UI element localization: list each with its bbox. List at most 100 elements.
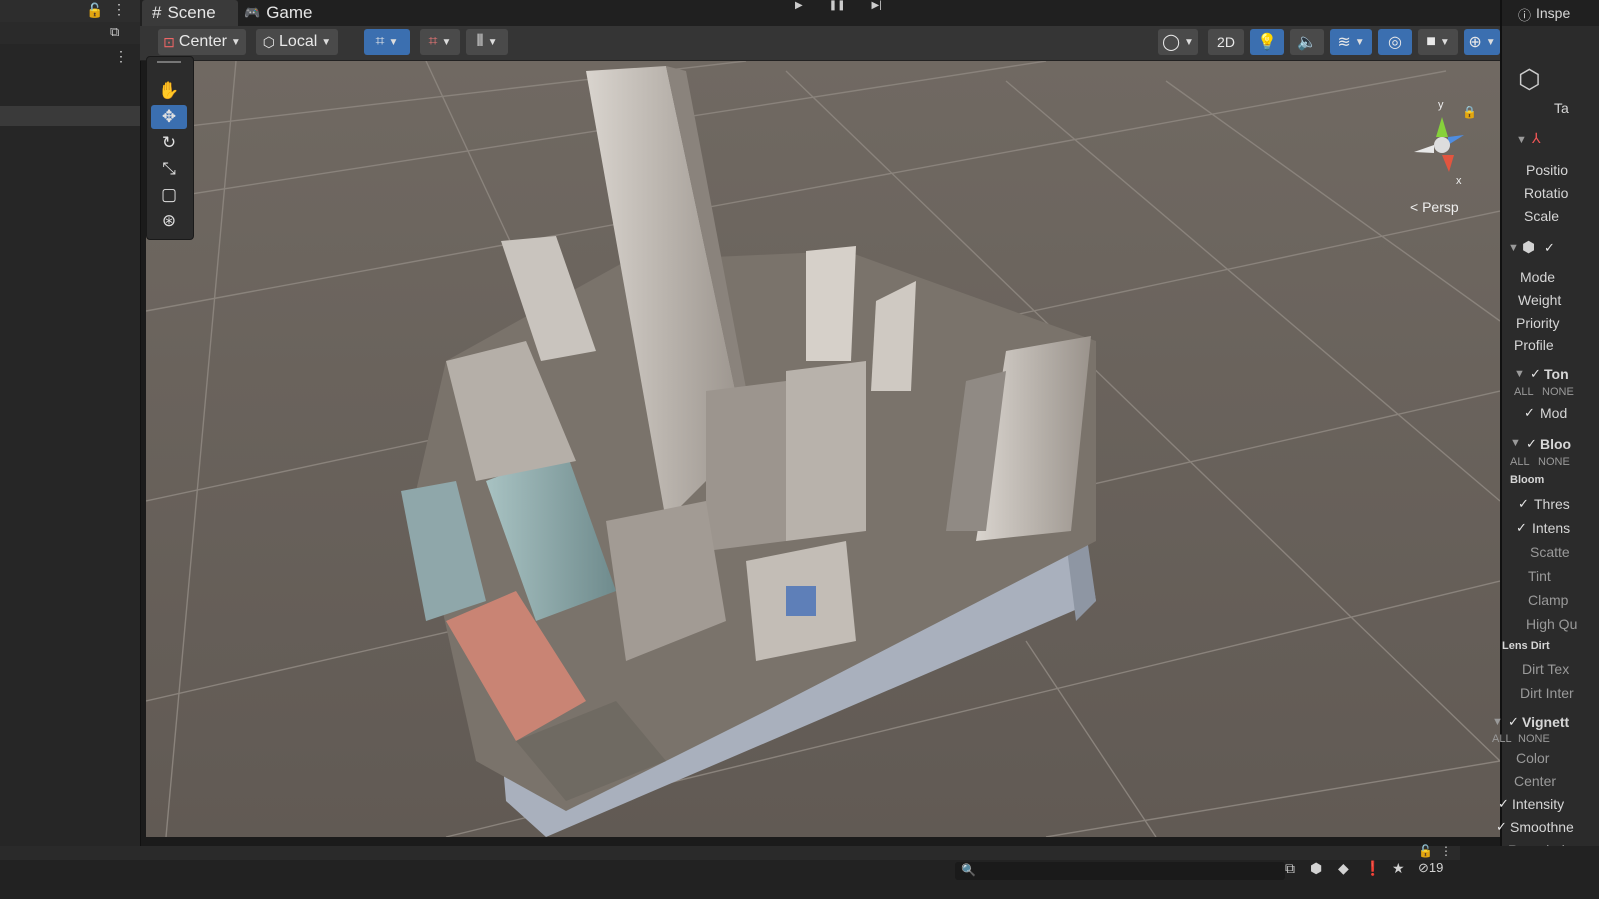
effects-toggle[interactable]: ≋ ▼ [1330,29,1372,55]
snap-icon: ⌗ [428,33,438,50]
window-icon[interactable]: ⧉ [110,24,119,40]
hidden-objects-toggle[interactable]: ◎ [1378,29,1412,55]
move-icon: ✥ [161,107,177,126]
star-icon[interactable]: ★ [1392,860,1405,877]
play-icon[interactable]: ▶ [795,0,803,11]
scale-icon: ⤡ [162,159,176,178]
hierarchy-toolbar: ⧉ [0,22,140,44]
eye-off-icon: ◎ [1388,34,1402,51]
rotate-icon: ↻ [161,133,177,152]
hierarchy-panel: 🔓 ⋮ ⧉ ⋮ [0,0,141,899]
bloom-threshold-checkbox[interactable]: ✓ [1518,496,1529,512]
camera-icon: ■ [1426,33,1436,50]
scene-viewport[interactable]: y x 🔒 < Persp [146,61,1500,837]
chevron-down-icon: ▼ [1439,36,1450,48]
collapse-arrow-icon[interactable]: ▼ [1514,368,1525,380]
camera-dropdown[interactable]: ■ ▼ [1418,29,1458,55]
chevron-down-icon: ▼ [230,36,241,48]
transform-tools-panel: ✋ ✥ ↻ ⤡ ▢ ⊛ [146,56,194,240]
align-button[interactable]: ⦀ ▼ [466,29,508,55]
eye-off-icon: ⊘ [1418,860,1429,875]
lock-icon[interactable]: 🔒 [1462,105,1477,119]
collapse-arrow-icon[interactable]: ▼ [1492,716,1503,728]
tab-game[interactable]: 🎮 Game [234,0,334,26]
step-icon[interactable]: ▶| [871,0,881,11]
vignette-intensity-checkbox[interactable]: ✓ [1498,796,1509,812]
transform-rotation-label: Rotatio [1524,185,1569,201]
transform-icon: ⅄ [1532,130,1541,146]
pause-icon[interactable]: ❚❚ [829,0,846,11]
audio-toggle[interactable]: 🔈 [1290,29,1324,55]
hierarchy-row[interactable]: ⋮ [0,46,140,68]
shading-mode-dropdown[interactable]: ◯ ▼ [1158,29,1198,55]
rect-icon: ▢ [160,185,178,204]
tonemapping-mode-checkbox[interactable]: ✓ [1524,405,1535,421]
warning-icon[interactable]: ❗ [1364,860,1381,877]
more-icon[interactable]: ⋮ [114,48,128,65]
pivot-mode-dropdown[interactable]: ⊡ Center ▼ [158,29,246,55]
more-icon[interactable]: ⋮ [112,1,126,18]
sphere-icon: ◯ [1162,34,1180,51]
hierarchy-header: 🔓 ⋮ [0,0,140,22]
hidden-count[interactable]: ⊘19 [1418,860,1443,876]
volume-component-icon: ⬢ [1522,239,1536,256]
toggle-2d-button[interactable]: 2D [1208,29,1244,55]
chevron-down-icon: ▼ [1485,36,1496,48]
audio-icon: 🔈 [1297,34,1317,51]
play-controls: ▶ ❚❚ ▶| [795,0,915,11]
tab-scene[interactable]: # Scene [142,0,238,26]
transform-scale-label: Scale [1524,208,1560,224]
tonemapping-checkbox[interactable]: ✓ [1530,366,1541,382]
rect-tool-button[interactable]: ▢ [151,183,187,207]
lock-icon[interactable]: 🔓 [86,2,103,19]
lock-icon[interactable]: 🔓 [1418,844,1433,858]
tag-icon[interactable]: ◆ [1338,860,1349,877]
chevron-down-icon: ▼ [441,36,452,48]
chevron-down-icon: ▼ [1354,36,1365,48]
cube-icon: ⬡ [1518,64,1541,94]
scale-tool-button[interactable]: ⤡ [151,157,187,181]
chevron-down-icon: ▼ [388,36,399,48]
move-tool-button[interactable]: ✥ [151,105,187,129]
vignette-smoothness-checkbox[interactable]: ✓ [1496,819,1507,835]
hierarchy-row-selected[interactable] [0,106,140,126]
hand-icon: ✋ [158,81,180,100]
scene-render [146,61,1500,837]
hand-tool-button[interactable]: ✋ [151,79,187,103]
vignette-checkbox[interactable]: ✓ [1508,714,1519,730]
shapes-icon[interactable]: ⬢ [1310,860,1322,877]
collapse-arrow-icon[interactable]: ▼ [1516,134,1527,146]
transform-tool-button[interactable]: ⊛ [151,209,187,233]
increment-snap-button[interactable]: ⌗ ▼ [420,29,460,55]
search-icon: 🔍 [961,863,976,877]
bloom-intensity-checkbox[interactable]: ✓ [1516,520,1527,536]
chevron-left-icon: < [1410,199,1419,215]
info-icon: ⓘ [1518,8,1532,23]
scene-toolbar: ⊡ Center ▼ ⬡ Local ▼ ⌗ ▼ ⌗ ▼ ⦀ ▼ ◯ ▼ 2D … [140,26,1500,61]
layers-icon: ≋ [1337,34,1351,51]
lighting-toggle[interactable]: 💡 [1250,29,1284,55]
collapse-arrow-icon[interactable]: ▼ [1510,437,1521,449]
align-icon: ⦀ [476,33,484,50]
search-input[interactable]: 🔍 [955,862,1285,880]
status-bar: 🔓 ⋮ 🔍 ⧉ ⬢ ◆ ❗ ★ ⊘19 [0,844,1599,899]
inspector-panel: ⓘ Inspe ⬡ Ta ▼ ⅄ Positio Rotatio Scale ▼… [1492,0,1599,899]
projection-toggle[interactable]: < Persp [1410,199,1459,215]
collapse-arrow-icon[interactable]: ▼ [1508,242,1519,254]
rotate-tool-button[interactable]: ↻ [151,131,187,155]
console-header: 🔓 ⋮ [0,844,1460,860]
bloom-checkbox[interactable]: ✓ [1526,436,1537,452]
hash-icon: # [152,3,162,22]
grid-icon: ⌗ [375,33,385,50]
inspector-tab[interactable]: ⓘ Inspe [1502,0,1599,26]
grid-snap-button[interactable]: ⌗ ▼ [364,29,410,55]
gizmos-dropdown[interactable]: ⊕ ▼ [1464,29,1500,55]
pivot-rotation-dropdown[interactable]: ⬡ Local ▼ [256,29,338,55]
more-icon[interactable]: ⋮ [1440,844,1452,858]
transform-icon: ⊛ [161,211,177,230]
pivot-icon: ⊡ [163,33,175,50]
component-enabled-checkbox[interactable]: ✓ [1544,240,1555,256]
scene-visibility-icon[interactable]: ⧉ [1285,860,1295,877]
transform-position-label: Positio [1526,162,1569,178]
drag-handle[interactable] [157,61,181,63]
